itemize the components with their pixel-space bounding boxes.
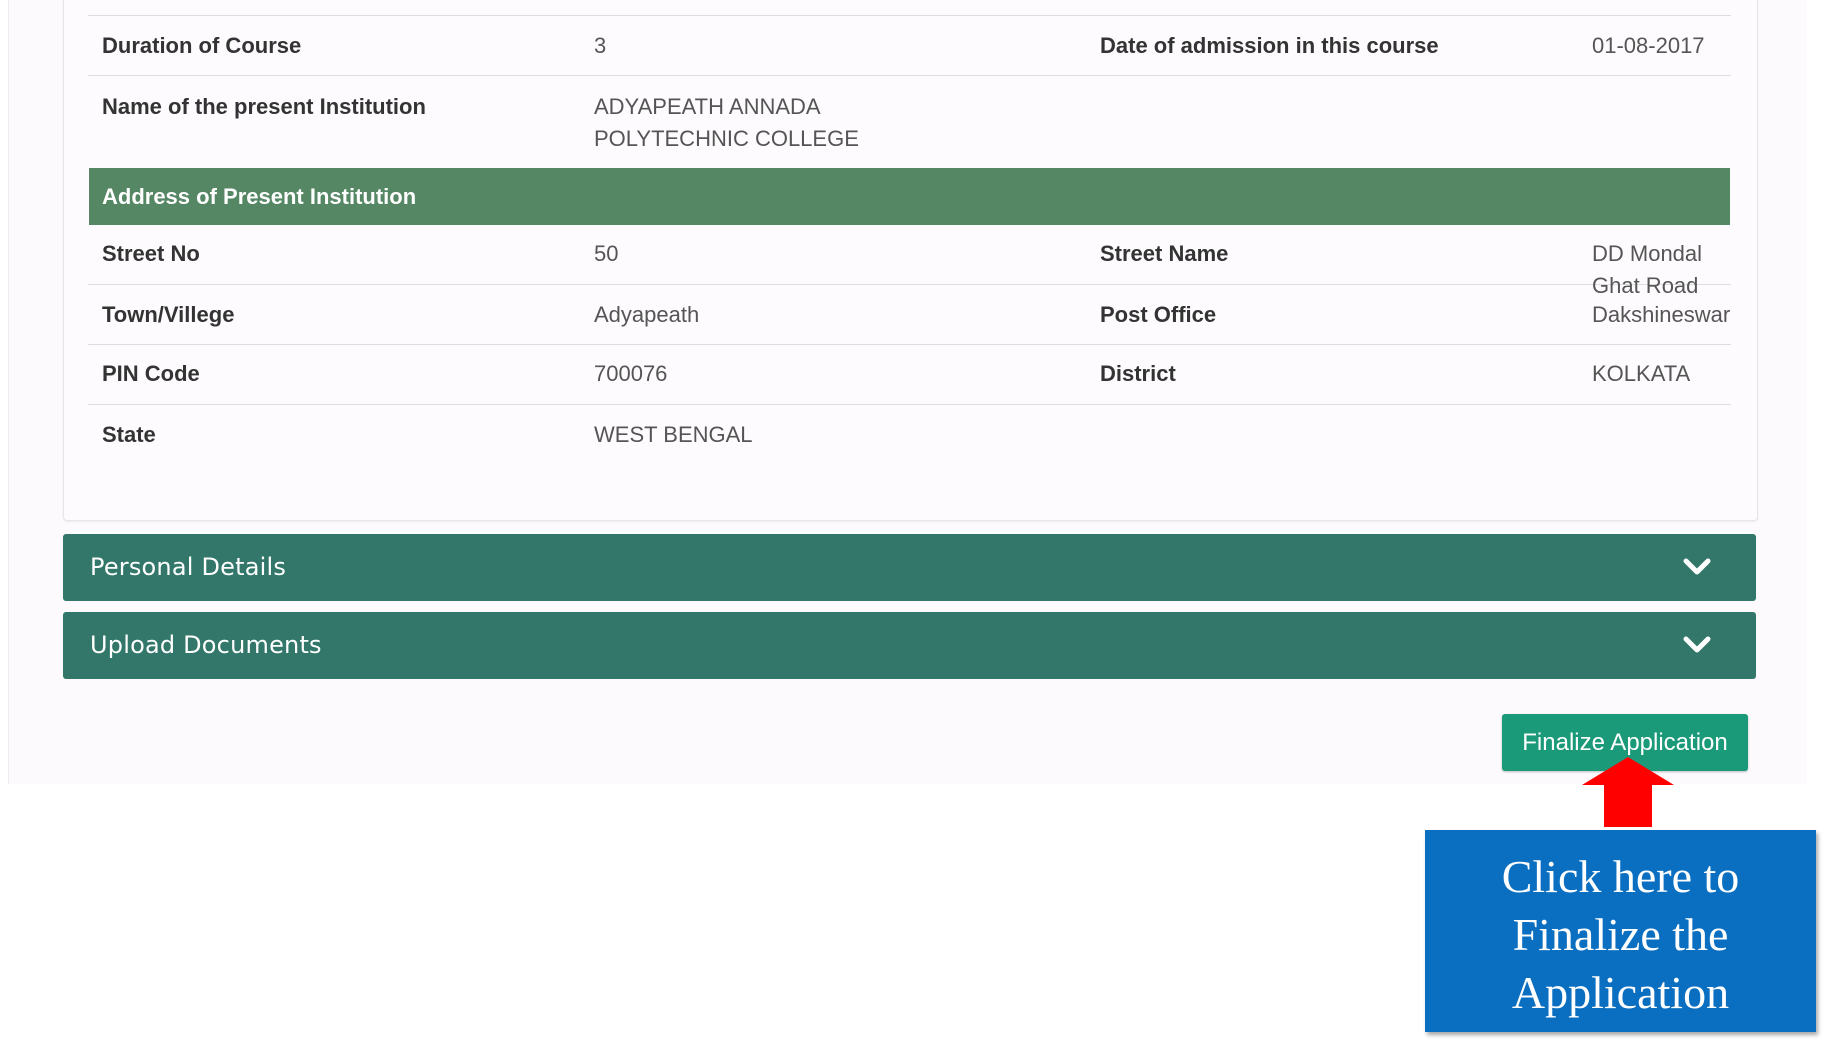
upload-documents-accordion[interactable]: Upload Documents bbox=[63, 612, 1756, 679]
table-row: Town/Villege Adyapeath Post Office Daksh… bbox=[88, 299, 1731, 345]
town-value: Adyapeath bbox=[594, 302, 700, 327]
table-row: PIN Code 700076 District KOLKATA bbox=[88, 358, 1731, 405]
post-office-value: Dakshineswar bbox=[1592, 302, 1731, 327]
state-label: State bbox=[102, 422, 156, 447]
callout-line-3: Application bbox=[1511, 967, 1730, 1018]
duration-label: Duration of Course bbox=[102, 33, 302, 58]
state-value: WEST BENGAL bbox=[594, 422, 753, 447]
chevron-down-icon[interactable] bbox=[1682, 555, 1712, 579]
table-row: Street No 50 Street Name DD Mondal Ghat … bbox=[88, 238, 1731, 298]
pin-code-value: 700076 bbox=[594, 361, 668, 386]
post-office-label: Post Office bbox=[1100, 302, 1217, 327]
personal-details-accordion[interactable]: Personal Details bbox=[63, 534, 1756, 601]
address-section-header: Address of Present Institution bbox=[89, 168, 1730, 225]
callout-line-1: Click here to bbox=[1501, 851, 1740, 902]
personal-details-label: Personal Details bbox=[90, 553, 287, 581]
street-no-label: Street No bbox=[102, 241, 200, 266]
street-name-label: Street Name bbox=[1100, 241, 1229, 266]
instruction-callout: Click here to Finalize the Application bbox=[1425, 830, 1816, 1032]
street-name-value: DD Mondal Ghat Road bbox=[1592, 241, 1703, 298]
chevron-down-icon[interactable] bbox=[1682, 633, 1712, 657]
admission-date-label: Date of admission in this course bbox=[1100, 33, 1439, 58]
district-label: District bbox=[1100, 361, 1176, 386]
pin-code-label: PIN Code bbox=[102, 361, 200, 386]
duration-value: 3 bbox=[594, 33, 607, 58]
institution-name-label: Name of the present Institution bbox=[102, 94, 426, 119]
district-value: KOLKATA bbox=[1592, 361, 1691, 386]
red-up-arrow-icon bbox=[1582, 757, 1674, 827]
institution-name-value-line1: ADYAPEATH ANNADA bbox=[594, 94, 821, 119]
upload-documents-label: Upload Documents bbox=[90, 631, 322, 659]
street-no-value: 50 bbox=[594, 241, 619, 266]
callout-line-2: Finalize the bbox=[1512, 909, 1729, 960]
table-row: Name of the present Institution ADYAPEAT… bbox=[88, 91, 1731, 169]
institution-name-value-line2: POLYTECHNIC COLLEGE bbox=[594, 126, 859, 151]
table-row: Duration of Course 3 Date of admission i… bbox=[88, 30, 1731, 76]
table-row: State WEST BENGAL bbox=[88, 419, 1731, 459]
town-label: Town/Villege bbox=[102, 302, 235, 327]
admission-date-value: 01-08-2017 bbox=[1592, 33, 1705, 58]
table-top-border bbox=[88, 15, 1731, 16]
